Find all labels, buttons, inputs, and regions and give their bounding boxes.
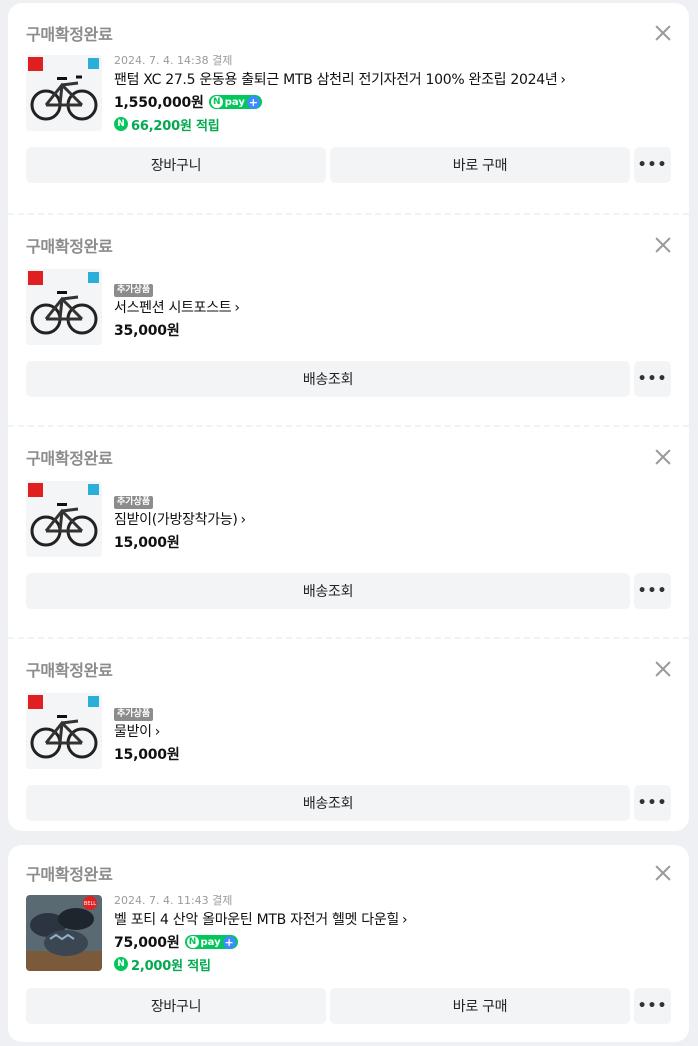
naver-pay-icon: Npay + (184, 935, 238, 949)
product-thumbnail[interactable] (26, 269, 102, 345)
helmet-image: BELL (26, 895, 102, 971)
more-icon[interactable]: ••• (634, 988, 671, 1024)
bike-image (26, 55, 102, 131)
product-title-link[interactable]: 벨 포티 4 산악 올마운틴 MTB 자전거 헬멧 다운힐 › (114, 909, 669, 931)
product-thumbnail[interactable] (26, 55, 102, 131)
chevron-right-icon: › (234, 300, 240, 316)
chevron-right-icon: › (402, 912, 408, 928)
buy-now-button[interactable]: 바로 구매 (330, 988, 630, 1024)
product-thumbnail[interactable] (26, 481, 102, 557)
product-title: 팬텀 XC 27.5 운동용 출퇴근 MTB 삼천리 전기자전거 100% 완조… (114, 72, 558, 88)
product-thumbnail[interactable] (26, 693, 102, 769)
price-row: 75,000원 Npay + (114, 931, 669, 953)
product-title-link[interactable]: 물받이 › (114, 721, 669, 743)
chevron-right-icon: › (240, 512, 247, 528)
product-title-link[interactable]: 서스펜션 시트포스트 › (114, 297, 669, 319)
point-row: N 66,200원 적립 (114, 113, 669, 135)
more-icon[interactable]: ••• (634, 361, 671, 397)
bike-image (26, 481, 102, 557)
chevron-right-icon: › (154, 724, 161, 740)
product-price: 35,000원 (114, 323, 180, 339)
close-icon[interactable] (653, 235, 673, 255)
order-card: 구매확정완료 2024. 7. 4. 14:38 결제 팬텀 XC 27.5 운… (8, 3, 689, 213)
price-row: 35,000원 (114, 319, 669, 341)
order-group-helmet: 구매확정완료 BELL 2024. 7. 4. 11:43 결제 벨 포티 4 (8, 845, 689, 1042)
svg-text:BELL: BELL (84, 901, 96, 907)
order-status: 구매확정완료 (26, 865, 113, 884)
add-on-badge: 추가상품 (114, 284, 154, 297)
point-earned: 2,000원 적립 (131, 958, 211, 974)
bike-image (26, 269, 102, 345)
price-row: 15,000원 (114, 531, 669, 553)
product-title-link[interactable]: 팬텀 XC 27.5 운동용 출퇴근 MTB 삼천리 전기자전거 100% 완조… (114, 69, 669, 91)
order-group-bike: 구매확정완료 2024. 7. 4. 14:38 결제 팬텀 XC 27.5 운… (8, 3, 689, 831)
product-title: 짐받이(가방장착가능) (114, 512, 238, 528)
action-buttons: 배송조회 ••• (26, 785, 671, 821)
naver-pay-icon: Npay + (208, 95, 262, 109)
order-card: 구매확정완료 추가상품 짐받이(가방장착가능) › 15,000원 배송조회 •… (8, 425, 689, 637)
chevron-right-icon: › (560, 72, 566, 88)
payment-date: 2024. 7. 4. 11:43 결제 (114, 894, 233, 907)
bike-image (26, 693, 102, 769)
product-info: 추가상품 서스펜션 시트포스트 › 35,000원 (114, 277, 669, 341)
product-info: 추가상품 짐받이(가방장착가능) › 15,000원 (114, 489, 669, 553)
track-delivery-button[interactable]: 배송조회 (26, 361, 630, 397)
naver-point-icon: N (114, 957, 128, 971)
order-card: 구매확정완료 추가상품 서스펜션 시트포스트 › 35,000원 배송조회 ••… (8, 213, 689, 425)
product-title: 벨 포티 4 산악 올마운틴 MTB 자전거 헬멧 다운힐 (114, 912, 400, 928)
naver-point-icon: N (114, 117, 128, 131)
action-buttons: 배송조회 ••• (26, 361, 671, 397)
cart-button[interactable]: 장바구니 (26, 988, 326, 1024)
product-title: 서스펜션 시트포스트 (114, 300, 232, 316)
order-card: 구매확정완료 추가상품 물받이 › 15,000원 배송조회 ••• (8, 637, 689, 831)
product-title: 물받이 (114, 724, 152, 740)
product-price: 15,000원 (114, 535, 180, 551)
order-status: 구매확정완료 (26, 449, 113, 468)
order-card: 구매확정완료 BELL 2024. 7. 4. 11:43 결제 벨 포티 4 (8, 845, 689, 1042)
cart-button[interactable]: 장바구니 (26, 147, 326, 183)
point-earned: 66,200원 적립 (131, 118, 220, 134)
order-status: 구매확정완료 (26, 661, 113, 680)
product-price: 1,550,000원 (114, 95, 204, 111)
action-buttons: 장바구니 바로 구매 ••• (26, 988, 671, 1024)
track-delivery-button[interactable]: 배송조회 (26, 573, 630, 609)
add-on-badge: 추가상품 (114, 708, 154, 721)
more-icon[interactable]: ••• (634, 147, 671, 183)
product-title-link[interactable]: 짐받이(가방장착가능) › (114, 509, 669, 531)
action-buttons: 장바구니 바로 구매 ••• (26, 147, 671, 183)
product-info: 추가상품 물받이 › 15,000원 (114, 701, 669, 765)
close-icon[interactable] (653, 659, 673, 679)
product-price: 75,000원 (114, 935, 180, 951)
buy-now-button[interactable]: 바로 구매 (330, 147, 630, 183)
close-icon[interactable] (653, 23, 673, 43)
payment-date: 2024. 7. 4. 14:38 결제 (114, 54, 233, 67)
point-row: N 2,000원 적립 (114, 953, 669, 975)
more-icon[interactable]: ••• (634, 573, 671, 609)
product-info: 2024. 7. 4. 14:38 결제 팬텀 XC 27.5 운동용 출퇴근 … (114, 53, 669, 135)
order-status: 구매확정완료 (26, 237, 113, 256)
add-on-badge: 추가상품 (114, 496, 154, 509)
action-buttons: 배송조회 ••• (26, 573, 671, 609)
order-status: 구매확정완료 (26, 25, 113, 44)
track-delivery-button[interactable]: 배송조회 (26, 785, 630, 821)
product-info: 2024. 7. 4. 11:43 결제 벨 포티 4 산악 올마운틴 MTB … (114, 893, 669, 975)
close-icon[interactable] (653, 863, 673, 883)
price-row: 15,000원 (114, 743, 669, 765)
product-thumbnail[interactable]: BELL (26, 895, 102, 971)
price-row: 1,550,000원 Npay + (114, 91, 669, 113)
more-icon[interactable]: ••• (634, 785, 671, 821)
close-icon[interactable] (653, 447, 673, 467)
product-price: 15,000원 (114, 747, 180, 763)
